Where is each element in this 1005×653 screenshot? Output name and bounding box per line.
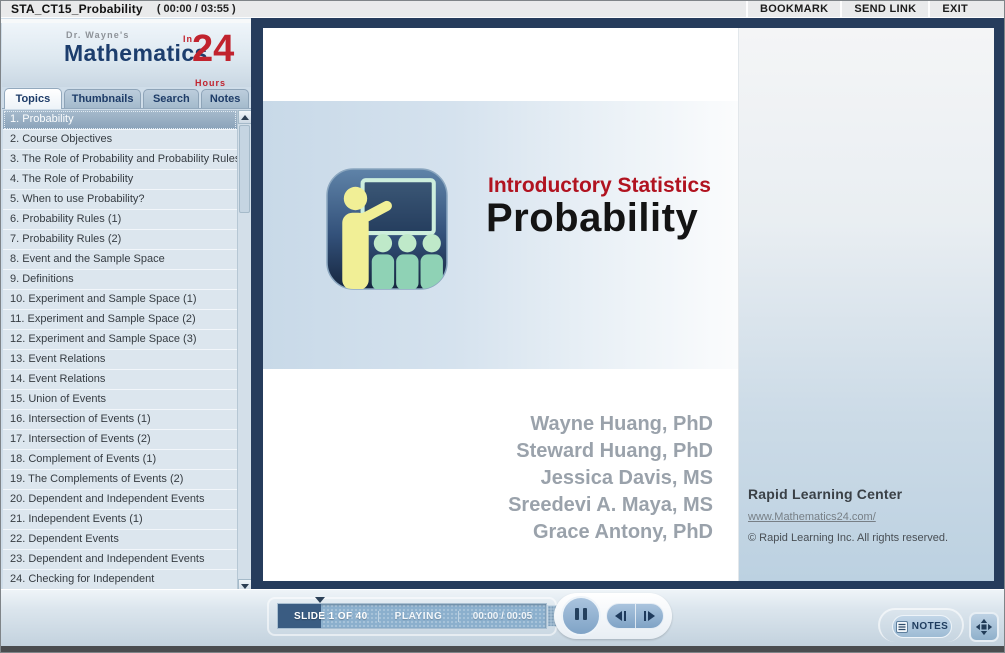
topic-list-item[interactable]: 10. Experiment and Sample Space (1) bbox=[3, 290, 237, 310]
app-window: STA_CT15_Probability ( 00:00 / 03:55 ) B… bbox=[0, 0, 1005, 653]
topic-list-item[interactable]: 20. Dependent and Independent Events bbox=[3, 490, 237, 510]
slide-subject: Introductory Statistics bbox=[488, 174, 711, 197]
titlebar-actions: BOOKMARK SEND LINK EXIT bbox=[745, 1, 1004, 18]
topic-list-item[interactable]: 7. Probability Rules (2) bbox=[3, 230, 237, 250]
scrollbar-thumb[interactable] bbox=[239, 125, 250, 213]
org-block: Rapid Learning Center www.Mathematics24.… bbox=[748, 486, 988, 544]
topic-list-item[interactable]: 18. Complement of Events (1) bbox=[3, 450, 237, 470]
scroll-up-button[interactable] bbox=[238, 110, 252, 124]
sidebar-tab[interactable]: Search bbox=[143, 89, 200, 108]
slide-stage: Introductory Statistics Probability Wayn… bbox=[251, 18, 1004, 589]
topic-list-item[interactable]: 11. Experiment and Sample Space (2) bbox=[3, 310, 237, 330]
topic-list-item[interactable]: 15. Union of Events bbox=[3, 390, 237, 410]
transport-button-cluster bbox=[554, 593, 672, 639]
course-total-time: ( 00:00 / 03:55 ) bbox=[156, 3, 236, 15]
step-buttons bbox=[606, 603, 664, 629]
topic-list-item[interactable]: 23. Dependent and Independent Events bbox=[3, 550, 237, 570]
bottom-strip bbox=[1, 646, 1004, 652]
titlebar: STA_CT15_Probability ( 00:00 / 03:55 ) B… bbox=[1, 1, 1004, 18]
topic-list: 1. Probability 2. Course Objectives 3. The… bbox=[3, 110, 237, 593]
topic-list-item[interactable]: 24. Checking for Independent bbox=[3, 570, 237, 590]
topic-list-item[interactable]: 2. Course Objectives bbox=[3, 130, 237, 150]
next-slide-button[interactable] bbox=[636, 604, 664, 628]
titlebar-action-button[interactable]: BOOKMARK bbox=[745, 1, 840, 18]
topic-list-item[interactable]: 5. When to use Probability? bbox=[3, 190, 237, 210]
org-url-link[interactable]: www.Mathematics24.com/ bbox=[748, 511, 988, 523]
titlebar-action-button[interactable]: SEND LINK bbox=[840, 1, 928, 18]
author-name: Jessica Davis, MS bbox=[540, 467, 713, 489]
notes-button-label: NOTES bbox=[911, 621, 949, 632]
sidebar-tab[interactable]: Topics bbox=[4, 88, 62, 109]
author-name: Grace Antony, PhD bbox=[532, 521, 713, 543]
slide-right-panel: Rapid Learning Center www.Mathematics24.… bbox=[738, 28, 994, 581]
topic-list-item[interactable]: 13. Event Relations bbox=[3, 350, 237, 370]
topic-list-item[interactable]: 17. Intersection of Events (2) bbox=[3, 430, 237, 450]
org-copyright: © Rapid Learning Inc. All rights reserve… bbox=[748, 532, 949, 544]
scroll-down-icon bbox=[241, 583, 249, 589]
logo-prefix: Dr. Wayne's bbox=[66, 30, 130, 40]
org-name: Rapid Learning Center bbox=[748, 486, 903, 502]
previous-slide-button[interactable] bbox=[607, 604, 636, 628]
logo-name: Mathematics bbox=[64, 40, 208, 66]
topic-list-item[interactable]: 19. The Complements of Events (2) bbox=[3, 470, 237, 490]
author-name: Wayne Huang, PhD bbox=[530, 413, 713, 435]
slide-title: Probability bbox=[486, 196, 699, 240]
author-name: Steward Huang, PhD bbox=[516, 440, 713, 462]
brand-logo: Dr. Wayne's Mathematics In 24 Hours bbox=[2, 23, 251, 87]
fullscreen-button[interactable] bbox=[969, 612, 999, 642]
scroll-up-icon bbox=[241, 114, 249, 120]
titlebar-action-button[interactable]: EXIT bbox=[928, 1, 980, 18]
step-back-icon bbox=[615, 611, 623, 621]
playback-control-bar: SLIDE 1 OF 40 PLAYING 00:00 / 00:05 NOTE… bbox=[1, 589, 1004, 646]
author-name: Sreedevi A. Maya, MS bbox=[508, 494, 713, 516]
topic-list-item[interactable]: 14. Event Relations bbox=[3, 370, 237, 390]
notes-button[interactable]: NOTES bbox=[892, 615, 952, 638]
topic-list-item[interactable]: 12. Experiment and Sample Space (3) bbox=[3, 330, 237, 350]
topic-list-item[interactable]: 1. Probability bbox=[3, 110, 237, 130]
sidebar: Dr. Wayne's Mathematics In 24 Hours Topi… bbox=[2, 23, 252, 593]
topic-list-item[interactable]: 4. The Role of Probability bbox=[3, 170, 237, 190]
topic-list-scrollbar[interactable] bbox=[237, 110, 252, 593]
sidebar-tab[interactable]: Thumbnails bbox=[63, 89, 142, 108]
topic-list-item[interactable]: 3. The Role of Probability and Probabili… bbox=[3, 150, 237, 170]
topic-list-item[interactable]: 9. Definitions bbox=[3, 270, 237, 290]
step-forward-icon bbox=[647, 611, 655, 621]
sidebar-tabs: Topics Thumbnails Search Notes bbox=[2, 87, 251, 109]
course-title: STA_CT15_Probability bbox=[11, 2, 143, 16]
playhead-marker[interactable] bbox=[315, 597, 325, 603]
fullscreen-icon bbox=[975, 618, 993, 636]
sidebar-tab[interactable]: Notes bbox=[201, 89, 249, 108]
logo-number: 24 bbox=[192, 28, 235, 70]
pause-icon bbox=[573, 607, 589, 625]
pause-button[interactable] bbox=[561, 596, 601, 636]
topic-list-item[interactable]: 22. Dependent Events bbox=[3, 530, 237, 550]
author-list: Wayne Huang, PhD Steward Huang, PhD Jessic… bbox=[508, 411, 713, 546]
logo-hours: Hours bbox=[195, 78, 227, 87]
slide-main-area: Introductory Statistics Probability Wayn… bbox=[263, 28, 738, 581]
slide-time: 00:00 / 00:05 bbox=[458, 610, 546, 622]
topic-list-item[interactable]: 21. Independent Events (1) bbox=[3, 510, 237, 530]
teacher-presentation-icon bbox=[326, 168, 448, 290]
slide-counter: SLIDE 1 OF 40 bbox=[294, 610, 368, 622]
playback-status: PLAYING bbox=[378, 610, 458, 622]
notes-icon bbox=[895, 620, 908, 633]
topic-list-item[interactable]: 8. Event and the Sample Space bbox=[3, 250, 237, 270]
progress-bar[interactable]: SLIDE 1 OF 40 PLAYING 00:00 / 00:05 bbox=[278, 604, 546, 628]
topic-list-item[interactable]: 6. Probability Rules (1) bbox=[3, 210, 237, 230]
topic-list-item[interactable]: 16. Intersection of Events (1) bbox=[3, 410, 237, 430]
